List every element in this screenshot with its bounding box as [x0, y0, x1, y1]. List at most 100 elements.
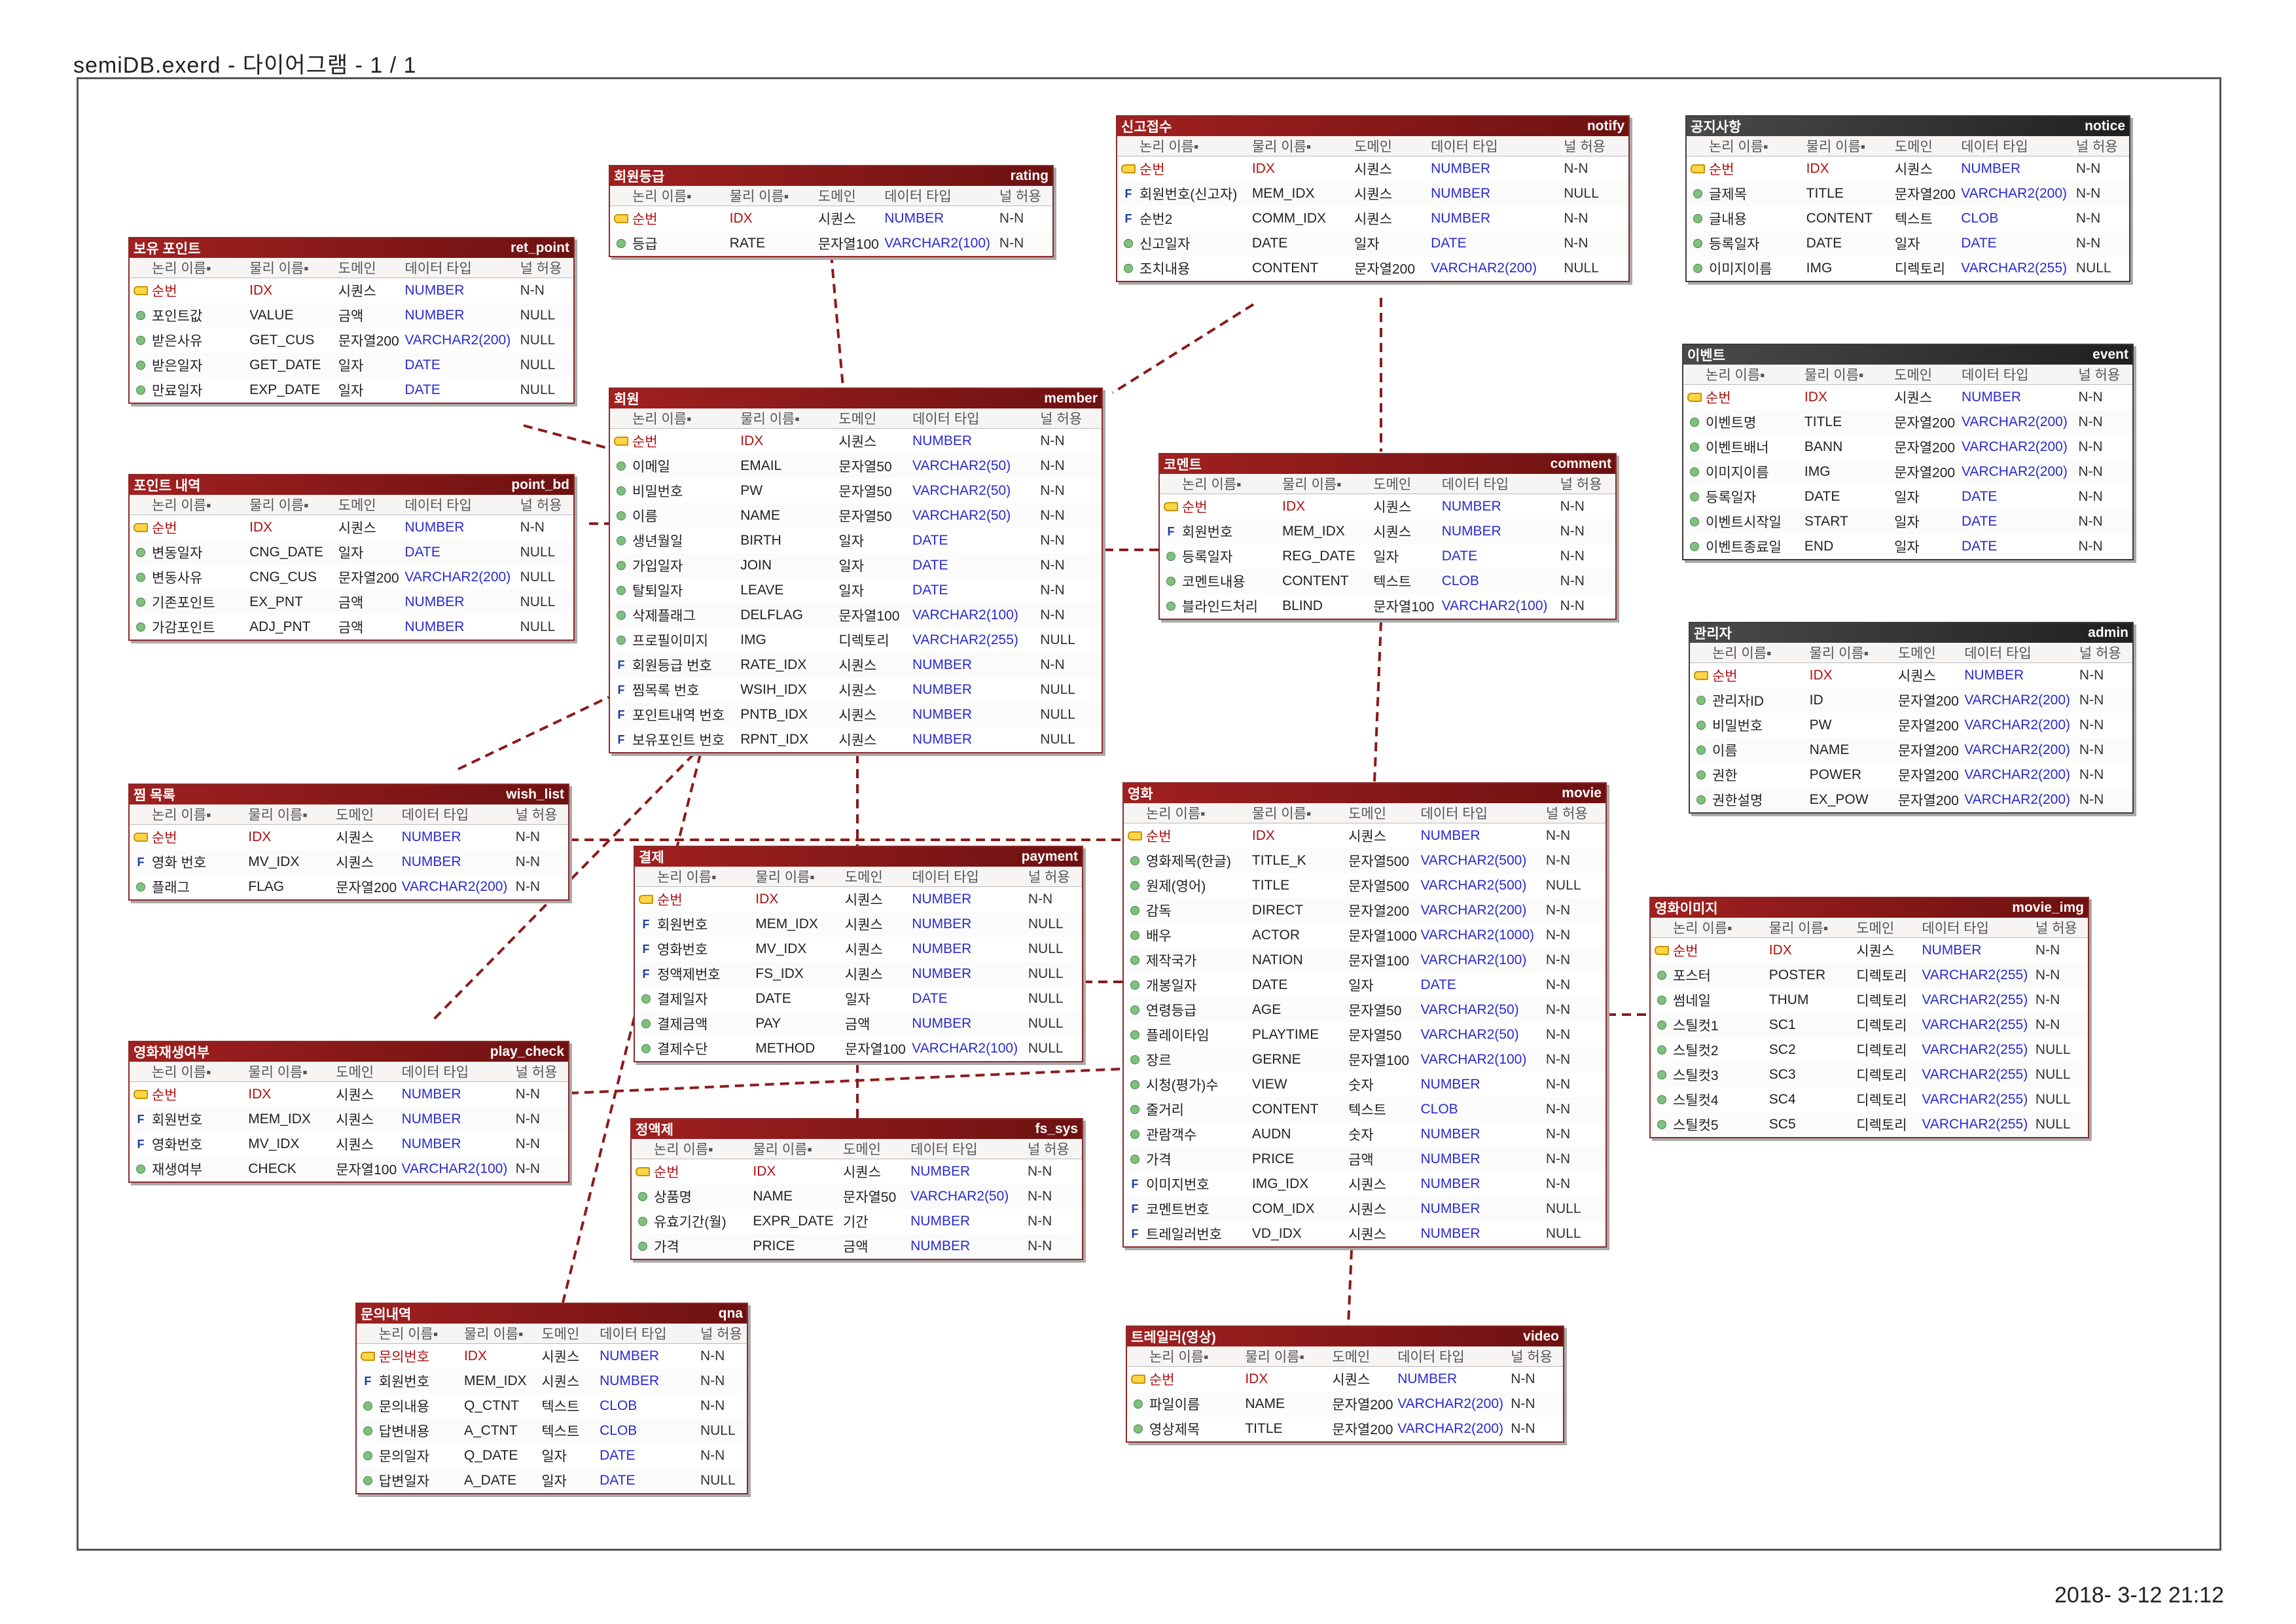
table-row[interactable]: F 보유포인트 번호 RPNT_IDX 시퀀스 NUMBER NULL — [610, 727, 1102, 752]
table-row[interactable]: 이름 NAME 문자열200 VARCHAR2(200) N-N — [1690, 738, 2132, 763]
table-row[interactable]: 가입일자 JOIN 일자 DATE N-N — [610, 553, 1102, 578]
table-row[interactable]: 비밀번호 PW 문자열200 VARCHAR2(200) N-N — [1690, 713, 2132, 738]
table-row[interactable]: 조치내용 CONTENT 문자열200 VARCHAR2(200) NULL — [1117, 256, 1628, 281]
table-row[interactable]: 순번 IDX 시퀀스 NUMBER N-N — [1683, 385, 2132, 410]
table-row[interactable]: F 이미지번호 IMG_IDX 시퀀스 NUMBER N-N — [1124, 1172, 1605, 1197]
table-ret-point[interactable]: 보유 포인트 ret_point 논리 이름▪ 물리 이름▪ 도메인 데이터 타입 널 허… — [128, 237, 575, 404]
table-row[interactable]: F 순번2 COMM_IDX 시퀀스 NUMBER N-N — [1117, 206, 1628, 231]
table-row[interactable]: 등록일자 DATE 일자 DATE N-N — [1687, 231, 2129, 256]
table-row[interactable]: 재생여부 CHECK 문자열100 VARCHAR2(100) N-N — [130, 1157, 568, 1182]
table-play-check[interactable]: 영화재생여부 play_check 논리 이름▪ 물리 이름▪ 도메인 데이터 타입 널 … — [128, 1041, 569, 1183]
table-row[interactable]: 순번 IDX 시퀀스 NUMBER N-N — [130, 515, 573, 540]
table-row[interactable]: 만료일자 EXP_DATE 일자 DATE NULL — [130, 378, 573, 403]
table-row[interactable]: 문의내용 Q_CTNT 텍스트 CLOB N-N — [357, 1394, 747, 1418]
table-row[interactable]: 문의번호 IDX 시퀀스 NUMBER N-N — [357, 1344, 747, 1369]
table-row[interactable]: F 회원번호 MEM_IDX 시퀀스 NUMBER N-N — [130, 1107, 568, 1132]
table-notify[interactable]: 신고접수 notify 논리 이름▪ 물리 이름▪ 도메인 데이터 타입 널 허용 순번 I… — [1116, 115, 1630, 282]
table-row[interactable]: 이벤트배너 BANN 문자열200 VARCHAR2(200) N-N — [1683, 435, 2132, 460]
table-payment[interactable]: 결제 payment 논리 이름▪ 물리 이름▪ 도메인 데이터 타입 널 허용 순번 ID… — [634, 846, 1083, 1062]
table-row[interactable]: 권한설명 EX_POW 문자열200 VARCHAR2(200) N-N — [1690, 787, 2132, 812]
table-row[interactable]: F 영화번호 MV_IDX 시퀀스 NUMBER NULL — [635, 937, 1082, 962]
table-row[interactable]: 순번 IDX 시퀀스 NUMBER N-N — [610, 429, 1102, 454]
table-video[interactable]: 트레일러(영상) video 논리 이름▪ 물리 이름▪ 도메인 데이터 타입 널 허용 … — [1126, 1326, 1564, 1443]
table-row[interactable]: 결제금액 PAY 금액 NUMBER NULL — [635, 1011, 1082, 1036]
table-row[interactable]: 순번 IDX 시퀀스 NUMBER N-N — [610, 206, 1052, 231]
table-rating[interactable]: 회원등급 rating 논리 이름▪ 물리 이름▪ 도메인 데이터 타입 널 허용 순번 I… — [609, 165, 1054, 257]
table-row[interactable]: 순번 IDX 시퀀스 NUMBER N-N — [1160, 494, 1615, 519]
table-comment[interactable]: 코멘트 comment 논리 이름▪ 물리 이름▪ 도메인 데이터 타입 널 허용 순번 I… — [1158, 453, 1617, 620]
table-row[interactable]: F 트레일러번호 VD_IDX 시퀀스 NUMBER NULL — [1124, 1221, 1605, 1246]
table-row[interactable]: 포인트값 VALUE 금액 NUMBER NULL — [130, 303, 573, 328]
table-row[interactable]: 장르 GERNE 문자열100 VARCHAR2(100) N-N — [1124, 1047, 1605, 1072]
table-row[interactable]: 이름 NAME 문자열50 VARCHAR2(50) N-N — [610, 503, 1102, 528]
table-row[interactable]: 이메일 EMAIL 문자열50 VARCHAR2(50) N-N — [610, 454, 1102, 478]
table-row[interactable]: 감독 DIRECT 문자열200 VARCHAR2(200) N-N — [1124, 898, 1605, 923]
table-row[interactable]: 파일이름 NAME 문자열200 VARCHAR2(200) N-N — [1127, 1392, 1563, 1416]
table-row[interactable]: 이미지이름 IMG 디렉토리 VARCHAR2(255) NULL — [1687, 256, 2129, 281]
table-row[interactable]: 답변내용 A_CTNT 텍스트 CLOB NULL — [357, 1418, 747, 1443]
table-row[interactable]: 상품명 NAME 문자열50 VARCHAR2(50) N-N — [632, 1184, 1082, 1209]
table-row[interactable]: 순번 IDX 시퀀스 NUMBER N-N — [130, 278, 573, 303]
table-row[interactable]: 순번 IDX 시퀀스 NUMBER N-N — [1687, 156, 2129, 181]
table-fs-sys[interactable]: 정액제 fs_sys 논리 이름▪ 물리 이름▪ 도메인 데이터 타입 널 허용 순번 ID… — [630, 1118, 1083, 1260]
table-row[interactable]: 코멘트내용 CONTENT 텍스트 CLOB N-N — [1160, 569, 1615, 594]
table-row[interactable]: 스틸컷3 SC3 디렉토리 VARCHAR2(255) NULL — [1651, 1062, 2088, 1087]
table-row[interactable]: F 회원등급 번호 RATE_IDX 시퀀스 NUMBER N-N — [610, 653, 1102, 677]
table-row[interactable]: 썸네일 THUM 디렉토리 VARCHAR2(255) N-N — [1651, 988, 2088, 1013]
table-row[interactable]: 포스터 POSTER 디렉토리 VARCHAR2(255) N-N — [1651, 963, 2088, 988]
table-row[interactable]: F 회원번호 MEM_IDX 시퀀스 NUMBER NULL — [635, 912, 1082, 937]
table-row[interactable]: 스틸컷5 SC5 디렉토리 VARCHAR2(255) NULL — [1651, 1112, 2088, 1137]
table-row[interactable]: 글내용 CONTENT 텍스트 CLOB N-N — [1687, 206, 2129, 231]
table-row[interactable]: 순번 IDX 시퀀스 NUMBER N-N — [1117, 156, 1628, 181]
table-row[interactable]: 프로필이미지 IMG 디렉토리 VARCHAR2(255) NULL — [610, 628, 1102, 653]
table-row[interactable]: 스틸컷4 SC4 디렉토리 VARCHAR2(255) NULL — [1651, 1087, 2088, 1112]
table-row[interactable]: 유효기간(월) EXPR_DATE 기간 NUMBER N-N — [632, 1209, 1082, 1234]
table-row[interactable]: 답변일자 A_DATE 일자 DATE NULL — [357, 1468, 747, 1493]
table-member[interactable]: 회원 member 논리 이름▪ 물리 이름▪ 도메인 데이터 타입 널 허용 순번 IDX… — [609, 388, 1103, 753]
table-row[interactable]: 비밀번호 PW 문자열50 VARCHAR2(50) N-N — [610, 478, 1102, 503]
table-row[interactable]: 연령등급 AGE 문자열50 VARCHAR2(50) N-N — [1124, 998, 1605, 1022]
table-row[interactable]: 삭제플래그 DELFLAG 문자열100 VARCHAR2(100) N-N — [610, 603, 1102, 628]
table-row[interactable]: 이벤트시작일 START 일자 DATE N-N — [1683, 509, 2132, 534]
table-row[interactable]: 기존포인트 EX_PNT 금액 NUMBER NULL — [130, 590, 573, 615]
table-row[interactable]: 이벤트명 TITLE 문자열200 VARCHAR2(200) N-N — [1683, 410, 2132, 435]
table-row[interactable]: 받은사유 GET_CUS 문자열200 VARCHAR2(200) NULL — [130, 328, 573, 353]
table-row[interactable]: F 포인트내역 번호 PNTB_IDX 시퀀스 NUMBER NULL — [610, 702, 1102, 727]
table-row[interactable]: 관람객수 AUDN 숫자 NUMBER N-N — [1124, 1122, 1605, 1147]
table-movie[interactable]: 영화 movie 논리 이름▪ 물리 이름▪ 도메인 데이터 타입 널 허용 순번 IDX 시… — [1122, 782, 1607, 1248]
table-row[interactable]: 순번 IDX 시퀀스 NUMBER N-N — [1124, 823, 1605, 848]
table-row[interactable]: 탈퇴일자 LEAVE 일자 DATE N-N — [610, 578, 1102, 603]
table-row[interactable]: 시청(평가)수 VIEW 숫자 NUMBER N-N — [1124, 1072, 1605, 1097]
table-row[interactable]: 플래그 FLAG 문자열200 VARCHAR2(200) N-N — [130, 875, 568, 899]
table-row[interactable]: 플레이타임 PLAYTIME 문자열50 VARCHAR2(50) N-N — [1124, 1022, 1605, 1047]
table-row[interactable]: 생년월일 BIRTH 일자 DATE N-N — [610, 528, 1102, 553]
table-row[interactable]: 가감포인트 ADJ_PNT 금액 NUMBER NULL — [130, 615, 573, 640]
table-point-bd[interactable]: 포인트 내역 point_bd 논리 이름▪ 물리 이름▪ 도메인 데이터 타입 널 허용… — [128, 474, 575, 641]
table-row[interactable]: 순번 IDX 시퀀스 NUMBER N-N — [1690, 663, 2132, 688]
table-admin[interactable]: 관리자 admin 논리 이름▪ 물리 이름▪ 도메인 데이터 타입 널 허용 순번 IDX… — [1689, 622, 2134, 814]
table-movie-img[interactable]: 영화이미지 movie_img 논리 이름▪ 물리 이름▪ 도메인 데이터 타입 널 허용… — [1649, 897, 2089, 1138]
table-row[interactable]: 가격 PRICE 금액 NUMBER N-N — [632, 1234, 1082, 1259]
table-row[interactable]: 등록일자 REG_DATE 일자 DATE N-N — [1160, 544, 1615, 569]
table-row[interactable]: 배우 ACTOR 문자열1000 VARCHAR2(1000) N-N — [1124, 923, 1605, 948]
table-row[interactable]: 영상제목 TITLE 문자열200 VARCHAR2(200) N-N — [1127, 1416, 1563, 1441]
table-row[interactable]: 스틸컷1 SC1 디렉토리 VARCHAR2(255) N-N — [1651, 1013, 2088, 1038]
table-row[interactable]: 블라인드처리 BLIND 문자열100 VARCHAR2(100) N-N — [1160, 594, 1615, 619]
table-row[interactable]: 신고일자 DATE 일자 DATE N-N — [1117, 231, 1628, 256]
table-row[interactable]: 결제수단 METHOD 문자열100 VARCHAR2(100) NULL — [635, 1036, 1082, 1061]
table-event[interactable]: 이벤트 event 논리 이름▪ 물리 이름▪ 도메인 데이터 타입 널 허용 순번 IDX… — [1682, 344, 2134, 560]
table-row[interactable]: 줄거리 CONTENT 텍스트 CLOB N-N — [1124, 1097, 1605, 1122]
table-row[interactable]: 순번 IDX 시퀀스 NUMBER N-N — [130, 1082, 568, 1107]
table-row[interactable]: 결제일자 DATE 일자 DATE NULL — [635, 986, 1082, 1011]
table-row[interactable]: F 영화 번호 MV_IDX 시퀀스 NUMBER N-N — [130, 850, 568, 875]
table-row[interactable]: 받은일자 GET_DATE 일자 DATE NULL — [130, 353, 573, 378]
table-row[interactable]: 글제목 TITLE 문자열200 VARCHAR2(200) N-N — [1687, 181, 2129, 206]
table-row[interactable]: F 회원번호 MEM_IDX 시퀀스 NUMBER N-N — [357, 1369, 747, 1394]
table-row[interactable]: 관리자ID ID 문자열200 VARCHAR2(200) N-N — [1690, 688, 2132, 713]
table-row[interactable]: 순번 IDX 시퀀스 NUMBER N-N — [1651, 938, 2088, 963]
table-row[interactable]: F 정액제번호 FS_IDX 시퀀스 NUMBER NULL — [635, 962, 1082, 986]
table-row[interactable]: 등급 RATE 문자열100 VARCHAR2(100) N-N — [610, 231, 1052, 256]
table-row[interactable]: 가격 PRICE 금액 NUMBER N-N — [1124, 1147, 1605, 1172]
table-row[interactable]: F 영화번호 MV_IDX 시퀀스 NUMBER N-N — [130, 1132, 568, 1157]
table-row[interactable]: 순번 IDX 시퀀스 NUMBER N-N — [1127, 1367, 1563, 1392]
